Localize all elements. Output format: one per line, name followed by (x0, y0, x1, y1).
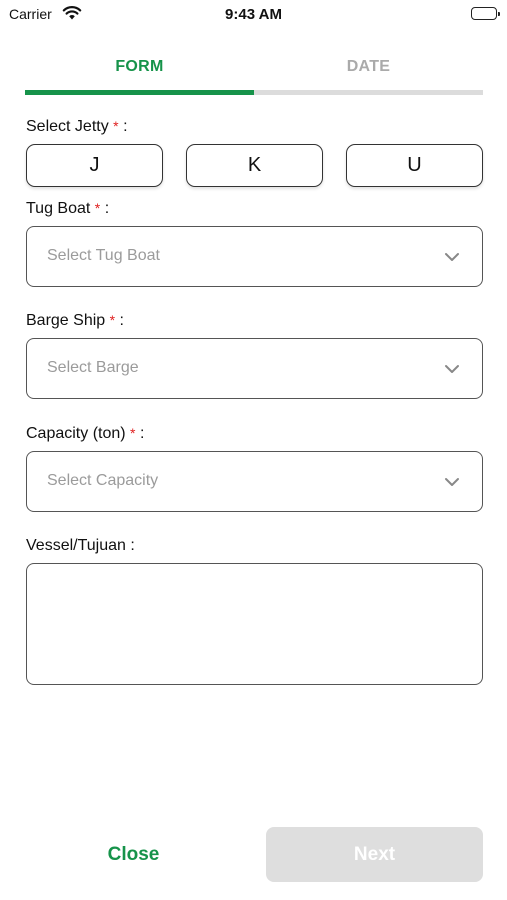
barge-placeholder: Select Barge (47, 359, 139, 376)
capacity-label-text: Capacity (ton) (26, 425, 126, 442)
barge-ship-label: Barge Ship * : (26, 312, 124, 330)
jetty-option-u[interactable]: U (346, 144, 483, 187)
chevron-down-icon (444, 361, 460, 382)
tug-boat-placeholder: Select Tug Boat (47, 247, 160, 264)
capacity-select[interactable]: Select Capacity (26, 451, 483, 512)
vessel-textarea[interactable] (26, 563, 483, 685)
next-button[interactable]: Next (266, 827, 483, 882)
tug-boat-select[interactable]: Select Tug Boat (26, 226, 483, 287)
barge-select[interactable]: Select Barge (26, 338, 483, 399)
jetty-label-text: Select Jetty (26, 118, 109, 135)
step-tabs: FORM DATE (25, 58, 483, 96)
chevron-down-icon (444, 249, 460, 270)
required-mark: * (109, 312, 116, 328)
required-mark: * (94, 200, 101, 216)
tab-form[interactable]: FORM (25, 58, 254, 76)
label-colon: : (119, 312, 124, 329)
clock: 9:43 AM (225, 6, 282, 23)
jetty-option-k[interactable]: K (186, 144, 323, 187)
status-bar: Carrier 9:43 AM (0, 0, 507, 28)
tug-boat-label-text: Tug Boat (26, 200, 91, 217)
label-colon: : (139, 425, 145, 442)
label-colon: : (123, 118, 128, 135)
vessel-label: Vessel/Tujuan : (26, 537, 135, 554)
chevron-down-icon (444, 474, 460, 495)
jetty-option-j[interactable]: J (26, 144, 163, 187)
capacity-placeholder: Select Capacity (47, 472, 159, 489)
battery-icon (471, 7, 500, 20)
tab-date[interactable]: DATE (254, 58, 483, 76)
jetty-options: J K U (26, 144, 483, 187)
step-progress-track (25, 90, 483, 95)
barge-ship-label-text: Barge Ship (26, 312, 106, 329)
label-colon: : (104, 200, 110, 217)
close-button[interactable]: Close (26, 827, 241, 882)
required-mark: * (130, 425, 136, 441)
capacity-label: Capacity (ton) * : (26, 425, 144, 443)
tug-boat-label: Tug Boat * : (26, 200, 109, 218)
jetty-label: Select Jetty * : (26, 118, 128, 136)
required-mark: * (113, 118, 119, 134)
step-progress-fill (25, 90, 254, 95)
